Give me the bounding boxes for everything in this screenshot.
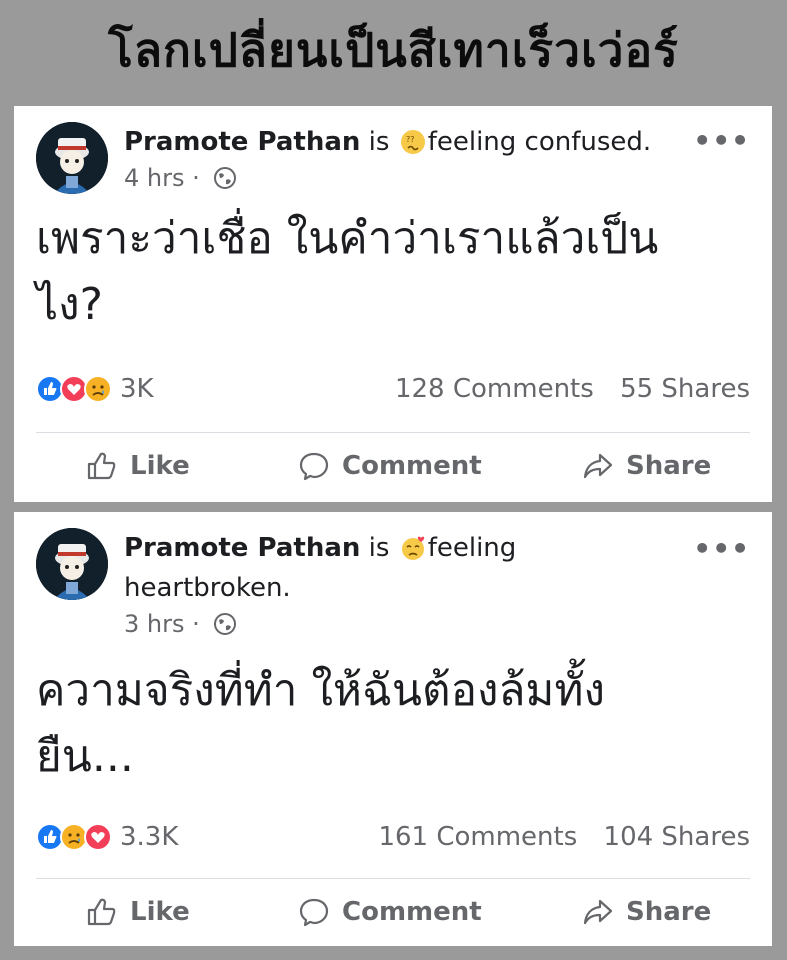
comment-button[interactable]: Comment	[298, 896, 482, 928]
post-body-line: ความจริงที่ทำ ให้ฉันต้องล้มทั้ง	[36, 665, 605, 716]
meta-dot: ·	[192, 164, 200, 192]
like-label: Like	[130, 897, 190, 927]
love-reaction-icon	[84, 823, 112, 851]
is-text: is	[368, 533, 390, 563]
post-header: Pramote Pathan is feeling heartbroken.	[124, 528, 544, 608]
confused-face-icon: ??	[400, 130, 425, 154]
comment-label: Comment	[342, 897, 482, 927]
engagement-counts: 128 Comments 55 Shares	[377, 374, 750, 404]
post-card: Pramote Pathan is ?? feeling confused. 4 …	[14, 106, 772, 502]
post-body: เพราะว่าเชื่อ ในคำว่าเราแล้วเป็น ไง?	[36, 206, 756, 338]
shares-count[interactable]: 104 Shares	[604, 822, 750, 852]
feeling-text: feeling	[427, 533, 517, 563]
svg-text:??: ??	[406, 135, 415, 144]
globe-icon	[214, 167, 237, 189]
more-options-icon[interactable]: •••	[693, 124, 750, 157]
is-text: is	[368, 127, 390, 157]
comment-button[interactable]: Comment	[298, 450, 482, 482]
comment-icon	[299, 898, 329, 927]
action-bar: Like Comment Share	[14, 450, 772, 500]
post-body-line: เพราะว่าเชื่อ ในคำว่าเราแล้วเป็น	[36, 213, 659, 264]
sad-reaction-icon	[84, 375, 112, 403]
post-header: Pramote Pathan is ?? feeling confused.	[124, 122, 684, 162]
post-body-line: ไง?	[36, 279, 103, 330]
engagement-counts: 161 Comments 104 Shares	[360, 822, 750, 852]
more-options-icon[interactable]: •••	[693, 532, 750, 565]
reaction-count: 3.3K	[120, 822, 179, 852]
share-icon	[583, 453, 613, 479]
thumbs-up-icon	[87, 898, 116, 926]
share-button[interactable]: Share	[582, 896, 711, 928]
timestamp[interactable]: 3 hrs	[124, 610, 184, 638]
like-label: Like	[130, 451, 190, 481]
post-stats: 3.3K 161 Comments 104 Shares	[36, 822, 750, 862]
post-body-line: ยืน...	[36, 731, 134, 782]
divider	[36, 878, 750, 879]
share-label: Share	[626, 451, 712, 481]
feeling-text: feeling confused.	[427, 127, 652, 157]
post-stats: 3K 128 Comments 55 Shares	[36, 374, 750, 414]
like-button[interactable]: Like	[86, 896, 190, 928]
heartbroken-face-icon	[401, 536, 424, 560]
share-button[interactable]: Share	[582, 450, 711, 482]
thumbs-up-icon	[87, 452, 116, 480]
reaction-count: 3K	[120, 374, 154, 404]
comments-count[interactable]: 128 Comments	[395, 374, 594, 404]
headline: โลกเปลี่ยนเป็นสีเทาเร็วเว่อร์	[108, 23, 679, 77]
post-meta: 4 hrs ·	[124, 164, 237, 192]
avatar[interactable]	[36, 528, 108, 600]
comments-count[interactable]: 161 Comments	[378, 822, 577, 852]
timestamp[interactable]: 4 hrs	[124, 164, 184, 192]
reaction-summary[interactable]: 3K	[36, 374, 154, 404]
feeling-text-cont: heartbroken.	[124, 573, 291, 603]
globe-icon	[214, 613, 237, 635]
author-name[interactable]: Pramote Pathan	[124, 127, 360, 157]
action-bar: Like Comment Share	[14, 896, 772, 946]
share-icon	[583, 899, 613, 925]
avatar[interactable]	[36, 122, 108, 194]
meta-dot: ·	[192, 610, 200, 638]
like-button[interactable]: Like	[86, 450, 190, 482]
author-name[interactable]: Pramote Pathan	[124, 533, 360, 563]
comment-icon	[299, 452, 329, 481]
post-meta: 3 hrs ·	[124, 610, 237, 638]
post-body: ความจริงที่ทำ ให้ฉันต้องล้มทั้ง ยืน...	[36, 658, 756, 790]
comment-label: Comment	[342, 451, 482, 481]
shares-count[interactable]: 55 Shares	[620, 374, 750, 404]
divider	[36, 432, 750, 433]
reaction-summary[interactable]: 3.3K	[36, 822, 178, 852]
share-label: Share	[626, 897, 712, 927]
post-card: Pramote Pathan is feeling heartbroken. 3…	[14, 512, 772, 946]
